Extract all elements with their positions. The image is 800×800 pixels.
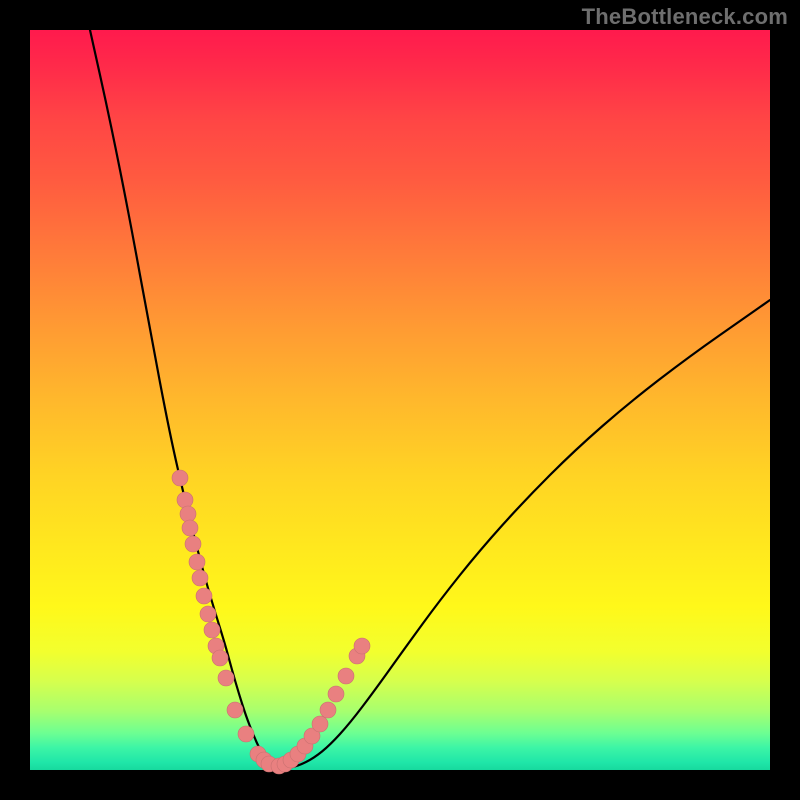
marker-dot <box>180 506 196 522</box>
marker-dot <box>192 570 208 586</box>
marker-dot <box>182 520 198 536</box>
marker-dot <box>172 470 188 486</box>
marker-dot <box>212 650 228 666</box>
marker-dot <box>218 670 234 686</box>
marker-dot <box>312 716 328 732</box>
marker-dot <box>189 554 205 570</box>
watermark-text: TheBottleneck.com <box>582 4 788 30</box>
marker-dot <box>354 638 370 654</box>
marker-dot <box>200 606 216 622</box>
plot-area <box>30 30 770 770</box>
marker-dot <box>238 726 254 742</box>
marker-dot <box>196 588 212 604</box>
marker-dot <box>320 702 336 718</box>
marker-dot <box>227 702 243 718</box>
marker-dot <box>185 536 201 552</box>
chart-frame: TheBottleneck.com <box>0 0 800 800</box>
marker-dots-group <box>172 470 370 774</box>
marker-dot <box>204 622 220 638</box>
marker-dot <box>328 686 344 702</box>
marker-dot <box>177 492 193 508</box>
marker-dot <box>338 668 354 684</box>
curve-svg <box>30 30 770 770</box>
bottleneck-curve <box>90 30 770 768</box>
